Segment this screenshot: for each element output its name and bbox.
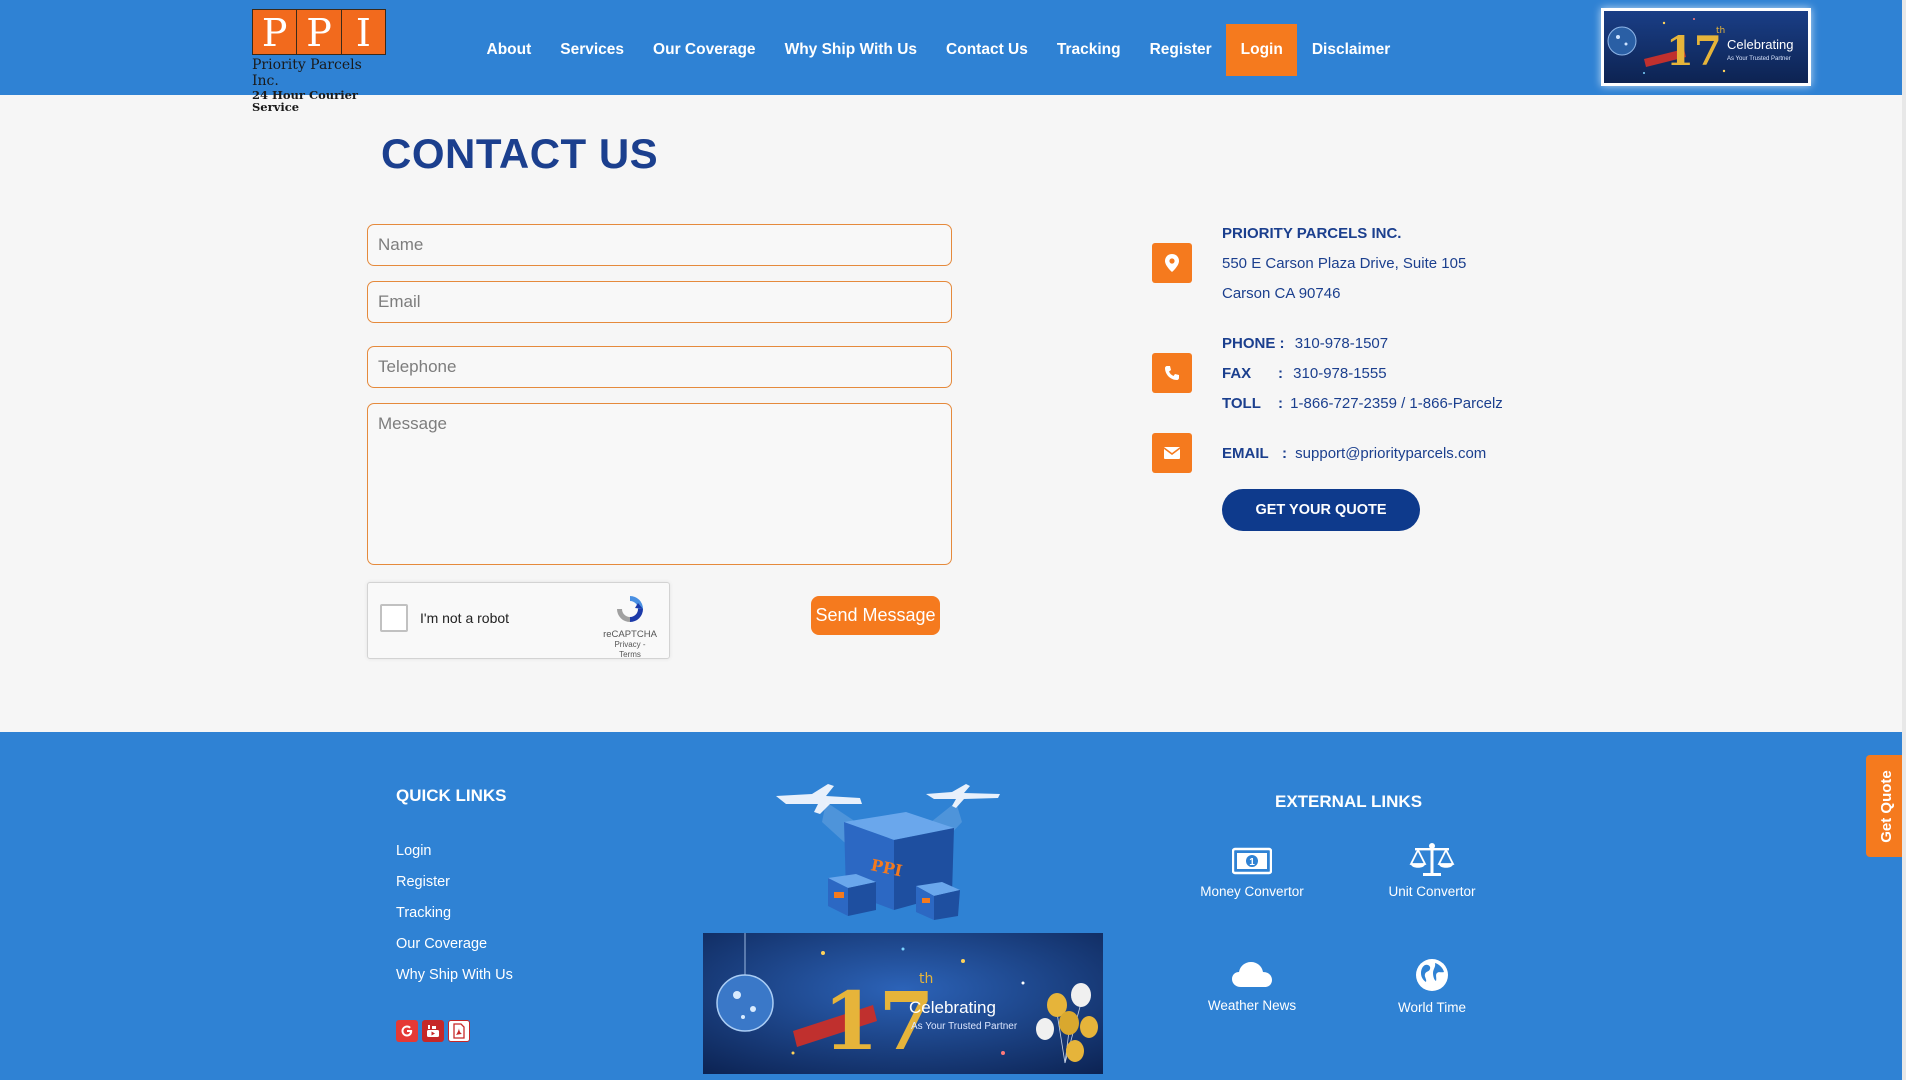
logo-company-name: Priority Parcels Inc. [252,57,362,89]
external-link-world-time[interactable]: World Time [1352,958,1512,1015]
money-icon: 1 [1232,847,1272,875]
get-quote-side-label: Get Quote [1877,769,1895,843]
footer-link-tracking[interactable]: Tracking [396,905,451,921]
banner-subline: As Your Trusted Partner [1727,56,1791,62]
company-name: PRIORITY PARCELS INC. [1222,225,1401,242]
external-link-weather-news[interactable]: Weather News [1172,960,1332,1013]
nav-about[interactable]: About [472,24,546,76]
logo-letter: I [355,11,371,55]
footer-link-our-coverage[interactable]: Our Coverage [396,936,487,952]
page-scrollbar[interactable] [1902,0,1906,1080]
nav-login[interactable]: Login [1226,24,1298,76]
money-convertor-label: Money Convertor [1200,884,1304,899]
toll-key: TOLL [1222,395,1261,412]
fax-key: FAX [1222,365,1252,382]
banner-suffix: th [1716,26,1725,36]
anniversary-banner-footer-graphic: 17 th Celebrating As Your Trusted Partne… [703,933,1103,1074]
banner-number: 17 [1666,28,1722,75]
shipping-boxes-illustration: PPI [776,782,1002,922]
message-field[interactable] [367,403,952,565]
external-link-unit-convertor[interactable]: Unit Convertor [1352,842,1512,899]
svg-text:1: 1 [1249,857,1255,868]
main-nav: About Services Our Coverage Why Ship Wit… [472,24,1405,76]
nav-disclaimer[interactable]: Disclaimer [1297,24,1404,76]
nav-register[interactable]: Register [1135,24,1226,76]
quick-links-title: QUICK LINKS [396,786,507,805]
logo-letter: P [297,10,342,55]
cloud-icon [1232,962,1272,987]
address-line1: 550 E Carson Plaza Drive, Suite 105 [1222,255,1467,272]
recaptcha-label: I'm not a robot [420,610,510,626]
top-navigation-bar: P P I Priority Parcels Inc. 24 Hour Cour… [0,0,1906,113]
phone-icon [1152,353,1192,393]
recaptcha-terms[interactable]: Privacy - Terms [603,640,657,660]
weather-news-label: Weather News [1207,998,1297,1013]
recaptcha-logo: reCAPTCHA Privacy - Terms [603,593,657,660]
google-icon[interactable] [396,1020,418,1042]
globe-icon [1416,959,1448,991]
anniversary-banner-graphic: 17 th Celebrating As Your Trusted Partne… [1604,11,1808,83]
phone-key: PHONE : [1222,335,1285,352]
footer-banner-headline: Celebrating [909,998,996,1017]
anniversary-banner-footer: 17 th Celebrating As Your Trusted Partne… [703,933,1103,1074]
footer: QUICK LINKS Login Register Tracking Our … [0,732,1906,1080]
logo-letters: P P I [252,9,386,55]
nav-our-coverage[interactable]: Our Coverage [639,24,771,76]
ppi-logo[interactable]: P P I Priority Parcels Inc. 24 Hour Cour… [252,9,386,113]
email-key: EMAIL [1222,445,1269,462]
toll-value[interactable]: 1-866-727-2359 / 1-866-Parcelz [1290,395,1503,412]
logo-letter: P [253,10,298,55]
email-separator: : [1282,445,1287,462]
anniversary-banner-header: 17 th Celebrating As Your Trusted Partne… [1601,8,1811,86]
email-field[interactable] [367,281,952,323]
name-field[interactable] [367,224,952,266]
nav-contact-us[interactable]: Contact Us [932,24,1043,76]
nav-why-ship-with-us[interactable]: Why Ship With Us [770,24,931,76]
fax-row: FAX: 310-978-1555 [1222,365,1387,382]
phone-row: PHONE : 310-978-1507 [1222,335,1388,352]
location-icon [1152,243,1192,283]
pdf-icon[interactable] [448,1020,470,1042]
scale-icon [1409,843,1455,876]
footer-banner-suffix: th [919,971,933,987]
banner-headline: Celebrating [1727,37,1794,52]
email-row: EMAIL: support@priorityparcels.com [1222,445,1486,462]
footer-link-login[interactable]: Login [396,843,431,859]
recaptcha-icon [617,596,643,622]
envelope-icon [1152,433,1192,473]
recaptcha-checkbox[interactable] [380,604,408,632]
nav-services[interactable]: Services [546,24,639,76]
nav-tracking[interactable]: Tracking [1042,24,1135,76]
footer-link-register[interactable]: Register [396,874,450,890]
send-message-button[interactable]: Send Message [811,596,940,635]
shipping-boxes-graphic: PPI [776,784,1000,920]
phone-value[interactable]: 310-978-1507 [1295,335,1388,352]
world-time-label: World Time [1397,1000,1466,1015]
toll-row: TOLL: 1-866-727-2359 / 1-866-Parcelz [1222,395,1503,412]
address-line2: Carson CA 90746 [1222,285,1341,302]
telephone-field[interactable] [367,346,952,388]
footer-banner-subline: As Your Trusted Partner [911,1021,1018,1032]
get-quote-side-tab[interactable]: Get Quote [1866,755,1906,857]
get-your-quote-button[interactable]: GET YOUR QUOTE [1222,489,1420,531]
youtube-icon[interactable] [422,1020,444,1042]
external-link-money-convertor[interactable]: 1 Money Convertor [1172,846,1332,899]
unit-convertor-label: Unit Convertor [1388,884,1476,899]
fax-separator: : [1278,365,1283,382]
footer-link-why-ship-with-us[interactable]: Why Ship With Us [396,967,513,983]
recaptcha-brand: reCAPTCHA [603,629,657,640]
fax-value: 310-978-1555 [1293,365,1387,382]
company-name-text: PRIORITY PARCELS INC. [1222,225,1402,242]
toll-separator: : [1278,395,1283,412]
page-title: CONTACT US [381,130,659,177]
external-links-title: EXTERNAL LINKS [1275,792,1423,811]
email-value[interactable]: support@priorityparcels.com [1295,445,1486,462]
recaptcha-widget: I'm not a robot reCAPTCHA Privacy - Term… [367,582,670,659]
logo-tagline: 24 Hour Courier Service [252,88,358,114]
